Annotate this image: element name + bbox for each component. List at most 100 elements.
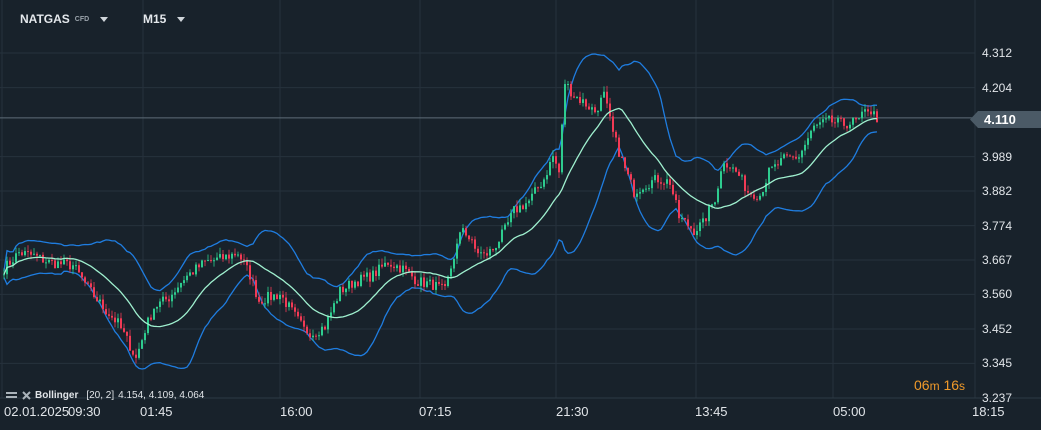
- candle-body: [213, 260, 215, 262]
- symbol-type: CFD: [74, 15, 90, 23]
- candle-body: [627, 168, 629, 175]
- candle-body: [252, 279, 254, 281]
- candle-body: [756, 198, 758, 200]
- timer-minutes: 06: [914, 377, 930, 393]
- candle-body: [780, 158, 782, 166]
- bollinger-lower-band: [3, 131, 878, 370]
- candle-body: [15, 253, 17, 263]
- candle-body: [474, 239, 476, 249]
- candle-body: [597, 110, 599, 113]
- candle-body: [357, 281, 359, 287]
- x-tick-label: 02.01.2025: [4, 404, 70, 419]
- candle-body: [132, 350, 134, 355]
- candle-body: [609, 103, 611, 117]
- candle-body: [735, 167, 737, 172]
- candle-body: [807, 138, 809, 145]
- candle-body: [660, 182, 662, 184]
- y-tick-label: 3.452: [982, 322, 1013, 336]
- candle-body: [396, 265, 398, 269]
- symbol-selector[interactable]: NATGAS CFD: [20, 12, 109, 26]
- candle-body: [156, 307, 158, 309]
- candle-body: [552, 156, 554, 163]
- x-tick-label: 18:15: [972, 404, 1005, 419]
- candle-body: [840, 117, 842, 119]
- candle-body: [435, 282, 437, 290]
- candle-body: [279, 294, 281, 300]
- candle-body: [192, 272, 194, 275]
- candle-body: [729, 167, 731, 169]
- candle-body: [345, 288, 347, 293]
- candle-body: [642, 189, 644, 193]
- candle-body: [477, 248, 479, 254]
- candle-body: [18, 252, 20, 254]
- candle-body: [657, 175, 659, 183]
- candle-body: [624, 157, 626, 169]
- candle-body: [801, 150, 803, 158]
- candle-body: [225, 254, 227, 260]
- candle-body: [648, 188, 650, 190]
- candle-body: [300, 316, 302, 321]
- candle-body: [219, 254, 221, 258]
- candle-body: [708, 206, 710, 222]
- candle-body: [615, 131, 617, 138]
- close-icon[interactable]: [22, 391, 31, 400]
- candle-body: [741, 175, 743, 177]
- candle-body: [369, 272, 371, 282]
- candle-body: [855, 118, 857, 120]
- candle-body: [42, 254, 44, 263]
- candle-body: [276, 294, 278, 300]
- candle-body: [663, 183, 665, 185]
- candle-body: [696, 231, 698, 236]
- candle-body: [147, 317, 149, 334]
- candle-body: [870, 111, 872, 115]
- candle-body: [360, 274, 362, 287]
- x-tick-label: 16:00: [280, 404, 313, 419]
- candle-body: [681, 217, 683, 219]
- candle-body: [765, 182, 767, 192]
- indicator-values: 4.154, 4.109, 4.064: [118, 390, 205, 401]
- candle-body: [87, 282, 89, 284]
- candle-body: [639, 192, 641, 194]
- candle-body: [444, 283, 446, 287]
- candle-body: [75, 265, 77, 267]
- candle-body: [123, 328, 125, 332]
- candle-body: [177, 287, 179, 293]
- candle-body: [258, 296, 260, 302]
- candle-body: [153, 308, 155, 320]
- current-price-label: 4.110: [970, 111, 1041, 128]
- settings-icon[interactable]: [6, 391, 18, 401]
- timeframe-selector[interactable]: M15: [143, 12, 186, 26]
- candle-body: [549, 162, 551, 176]
- candle-body: [453, 258, 455, 269]
- candle-body: [414, 276, 416, 285]
- candle-body: [585, 99, 587, 107]
- candle-body: [66, 259, 68, 262]
- candle-body: [255, 280, 257, 297]
- candle-body: [633, 179, 635, 197]
- candle-body: [195, 264, 197, 275]
- candle-body: [588, 106, 590, 110]
- candle-body: [738, 171, 740, 176]
- candle-body: [456, 243, 458, 259]
- x-tick-label: 13:45: [695, 404, 728, 419]
- candle-body: [645, 188, 647, 190]
- candle-body: [150, 317, 152, 320]
- candle-body: [789, 155, 791, 157]
- candle-body: [168, 299, 170, 302]
- candle-body: [93, 287, 95, 298]
- y-tick-label: 3.774: [982, 218, 1013, 233]
- y-tick-label: 4.312: [982, 46, 1013, 60]
- candle-body: [231, 253, 233, 259]
- price-chart[interactable]: [0, 0, 1041, 430]
- candle-body: [837, 117, 839, 123]
- candle-body: [441, 283, 443, 285]
- y-tick-label: 3.237: [982, 391, 1013, 405]
- candle-body: [561, 124, 563, 173]
- candle-body: [492, 249, 494, 251]
- candle-body: [48, 259, 50, 263]
- candle-body: [555, 156, 557, 164]
- candle-body: [759, 195, 761, 200]
- candle-body: [333, 303, 335, 313]
- candle-body: [402, 265, 404, 273]
- candle-body: [159, 301, 161, 308]
